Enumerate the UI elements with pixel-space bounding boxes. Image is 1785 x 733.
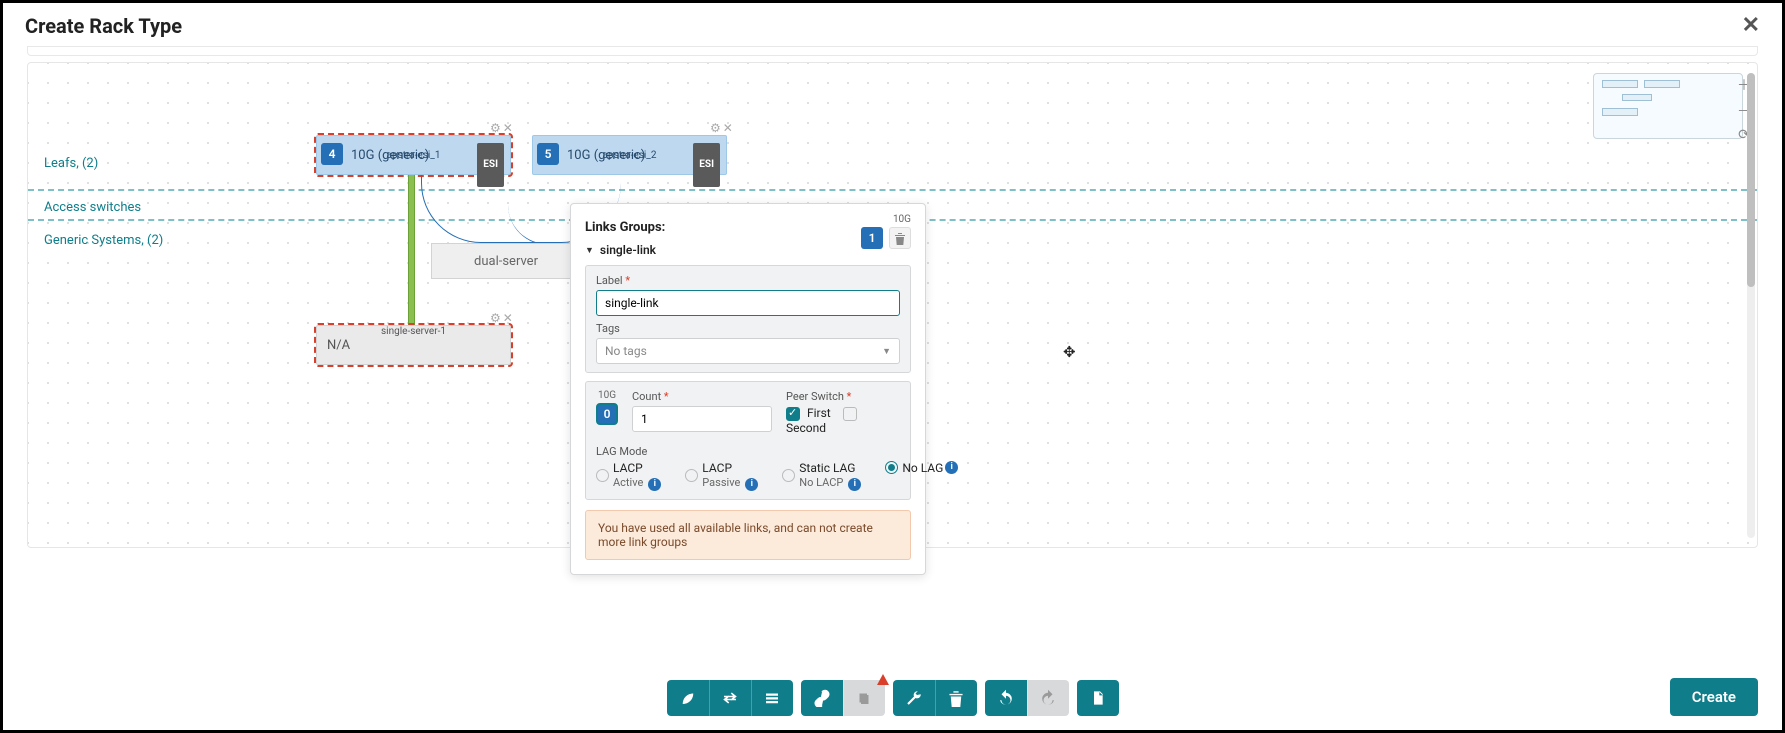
tags-placeholder: No tags bbox=[605, 344, 647, 358]
tool-redo-button bbox=[1027, 680, 1069, 716]
peer-second-label: Second bbox=[786, 421, 826, 435]
undo-icon bbox=[997, 689, 1015, 707]
gear-icon[interactable]: ⚙ bbox=[490, 121, 501, 135]
panel-warning: You have used all available links, and c… bbox=[585, 510, 911, 560]
tool-undo-button[interactable] bbox=[985, 680, 1027, 716]
wrench-icon bbox=[905, 689, 923, 707]
close-icon[interactable]: ✕ bbox=[723, 121, 733, 135]
tool-list-button[interactable] bbox=[751, 680, 793, 716]
leaf-node-2[interactable]: 5 apstra-esi_2 10G (generic) ESI bbox=[532, 135, 727, 175]
lane-label-leafs: Leafs, (2) bbox=[44, 156, 98, 171]
redo-icon bbox=[1039, 689, 1057, 707]
warning-icon bbox=[877, 674, 889, 685]
leaf-node-2-text: 10G (generic) bbox=[567, 136, 645, 176]
gs-label: dual-server bbox=[474, 254, 538, 269]
node-tool-icons[interactable]: ⚙✕ bbox=[708, 121, 733, 135]
lane-label-access: Access switches bbox=[44, 200, 141, 215]
port-speed-label: 10G bbox=[596, 390, 618, 401]
single-server-na: N/A bbox=[327, 326, 350, 366]
lag-lacp-active[interactable]: LACP Active i bbox=[596, 461, 661, 491]
info-icon[interactable]: i bbox=[745, 478, 758, 491]
close-icon[interactable]: ✕ bbox=[503, 121, 513, 135]
tags-select[interactable]: No tags ▼ bbox=[596, 338, 900, 364]
canvas-toolbar bbox=[3, 680, 1782, 716]
group-name: single-link bbox=[600, 243, 656, 257]
minimap[interactable] bbox=[1593, 73, 1743, 139]
generic-system-node[interactable]: dual-server bbox=[431, 243, 581, 279]
node-tool-icons[interactable]: ⚙✕ bbox=[488, 121, 513, 135]
tool-wrench-button[interactable] bbox=[893, 680, 935, 716]
copy-icon bbox=[855, 689, 873, 707]
gear-icon[interactable]: ⚙ bbox=[710, 121, 721, 135]
lane-label-generic: Generic Systems, (2) bbox=[44, 233, 163, 248]
scroll-thumb[interactable] bbox=[1747, 73, 1755, 287]
close-icon[interactable]: ✕ bbox=[503, 311, 513, 325]
trash-icon bbox=[894, 232, 906, 245]
node-tool-icons[interactable]: ⚙✕ bbox=[488, 311, 513, 325]
links-groups-panel: Links Groups: 10G 1 bbox=[570, 203, 926, 575]
swap-icon bbox=[721, 689, 739, 707]
count-input[interactable] bbox=[632, 406, 772, 432]
tool-link-button[interactable] bbox=[801, 680, 843, 716]
group-speed-label: 10G bbox=[861, 214, 911, 225]
label-input[interactable] bbox=[596, 290, 900, 316]
tool-delete-button[interactable] bbox=[935, 680, 977, 716]
tags-caption: Tags bbox=[596, 322, 900, 335]
canvas-scrollbar[interactable] bbox=[1747, 73, 1755, 538]
leaf-node-1[interactable]: 4 apstra-esi_1 10G (generic) ESI bbox=[316, 135, 511, 175]
tool-document-button[interactable] bbox=[1077, 680, 1119, 716]
tool-swap-button[interactable] bbox=[709, 680, 751, 716]
lag-nolag[interactable]: No LAG i bbox=[885, 461, 958, 475]
info-icon[interactable]: i bbox=[648, 478, 661, 491]
panel-heading: Links Groups: bbox=[585, 220, 665, 235]
label-caption: Label bbox=[596, 274, 900, 287]
leaf-icon bbox=[679, 689, 697, 707]
group-count-chip: 1 bbox=[861, 227, 883, 249]
gear-icon[interactable]: ⚙ bbox=[490, 311, 501, 325]
link-wire bbox=[408, 175, 415, 325]
modal-create-rack-type: Create Rack Type ✕ Leafs, (2) Access swi… bbox=[0, 0, 1785, 733]
port-badge[interactable]: 0 bbox=[596, 403, 618, 425]
group-toggle[interactable]: ▼ single-link bbox=[585, 243, 656, 257]
delete-group-button[interactable] bbox=[889, 227, 911, 249]
info-icon[interactable]: i bbox=[848, 478, 861, 491]
tool-leaf-button[interactable] bbox=[667, 680, 709, 716]
chevron-down-icon: ▼ bbox=[882, 346, 891, 357]
create-button[interactable]: Create bbox=[1670, 678, 1758, 716]
trash-icon bbox=[948, 690, 964, 707]
collapsed-card bbox=[27, 46, 1758, 56]
list-icon bbox=[763, 689, 781, 707]
peer-first-checkbox[interactable] bbox=[786, 407, 800, 421]
lag-lacp-passive[interactable]: LACP Passive i bbox=[685, 461, 758, 491]
link-icon bbox=[813, 689, 831, 707]
modal-header: Create Rack Type ✕ bbox=[3, 3, 1782, 46]
lane-divider bbox=[28, 189, 1757, 191]
tool-copy-button bbox=[843, 680, 885, 716]
chevron-down-icon: ▼ bbox=[585, 245, 594, 256]
peer-second-checkbox[interactable] bbox=[843, 407, 857, 421]
lag-caption: LAG Mode bbox=[596, 445, 900, 458]
modal-title: Create Rack Type bbox=[25, 14, 182, 38]
peer-first-label: First bbox=[807, 406, 831, 420]
topology-canvas[interactable]: Leafs, (2) Access switches Generic Syste… bbox=[27, 62, 1758, 548]
footer-actions: Create bbox=[1670, 678, 1758, 716]
close-icon[interactable]: ✕ bbox=[1742, 13, 1760, 38]
count-caption: Count bbox=[632, 390, 772, 403]
leaf-node-1-text: 10G (generic) bbox=[351, 136, 429, 176]
leaf-node-2-tag: ESI bbox=[693, 143, 720, 187]
lag-static[interactable]: Static LAG No LACP i bbox=[782, 461, 861, 491]
single-server-node[interactable]: single-server-1 N/A bbox=[316, 325, 511, 365]
info-icon[interactable]: i bbox=[945, 461, 958, 474]
document-icon bbox=[1090, 689, 1106, 707]
peer-caption: Peer Switch bbox=[786, 390, 900, 403]
move-cursor-icon: ✥ bbox=[1063, 343, 1076, 361]
